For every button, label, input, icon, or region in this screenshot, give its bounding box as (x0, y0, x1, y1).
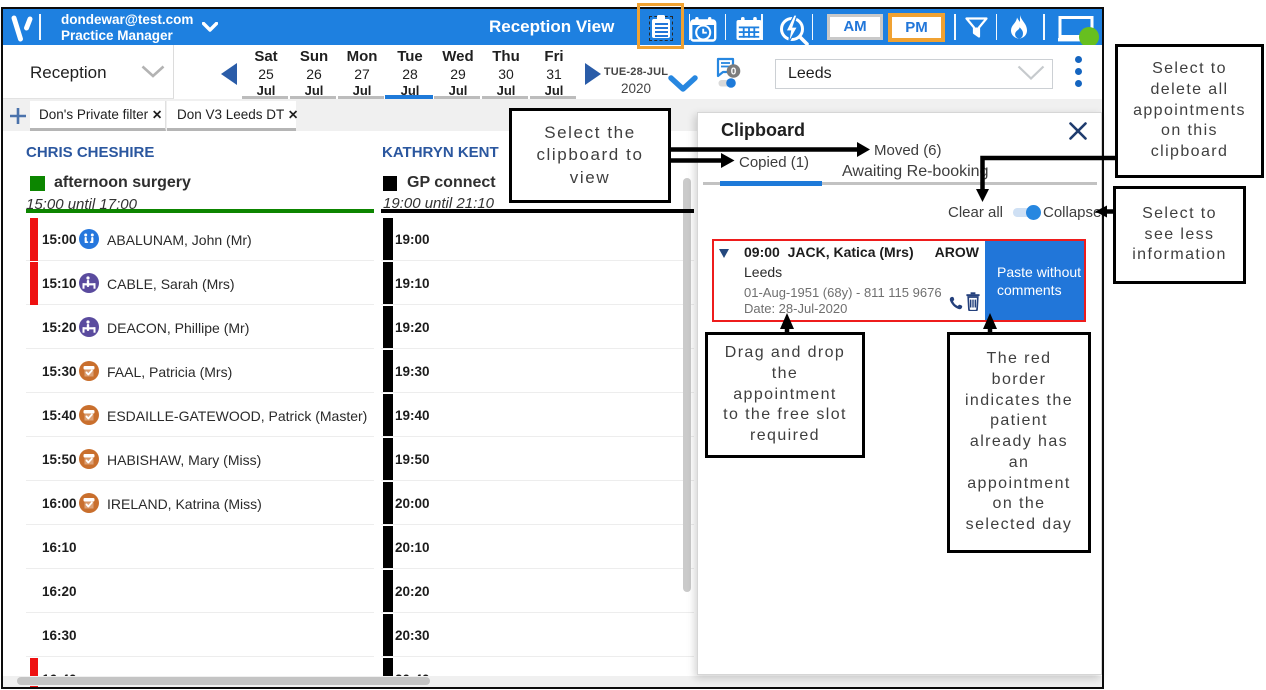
svg-text:0: 0 (731, 67, 737, 78)
